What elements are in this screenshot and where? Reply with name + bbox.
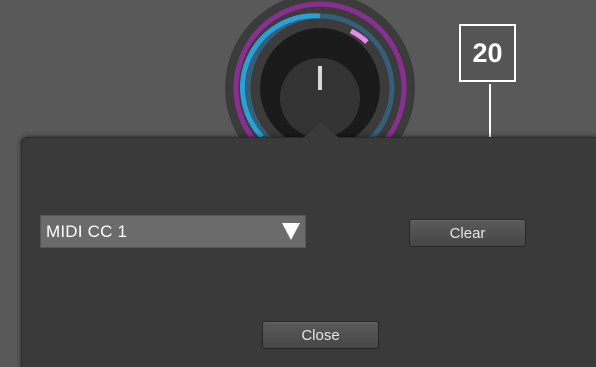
popup-pointer-notch	[303, 122, 339, 138]
clear-button[interactable]: Clear	[409, 219, 526, 247]
knob-pointer	[318, 66, 322, 90]
midi-cc-select[interactable]: MIDI CC 1	[40, 215, 306, 248]
close-button[interactable]: Close	[262, 321, 379, 349]
app-canvas: 20 MIDI CC 1 Clear Close	[0, 0, 596, 367]
dropdown-arrow-icon	[282, 223, 300, 240]
midi-cc-select-value: MIDI CC 1	[46, 221, 128, 241]
callout-number-badge: 20	[459, 24, 516, 82]
